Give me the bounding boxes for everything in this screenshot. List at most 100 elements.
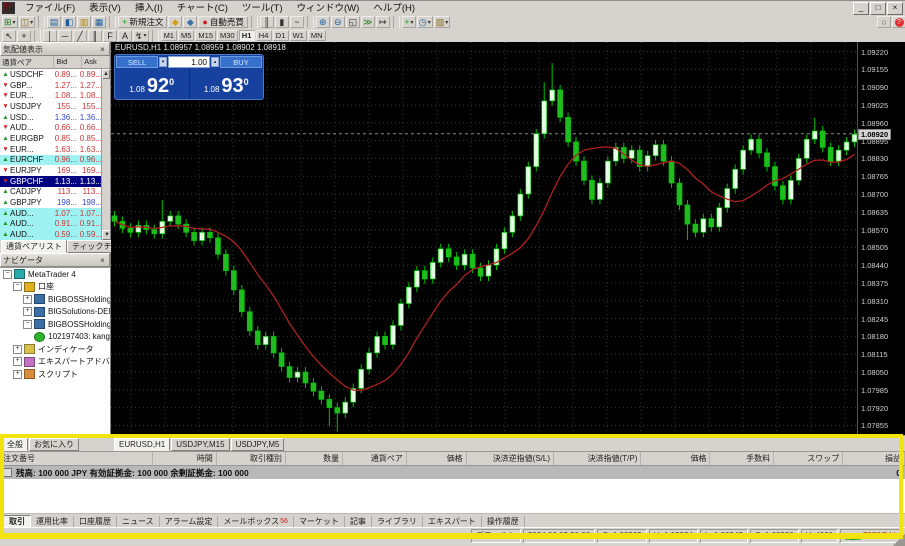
tree-item-2[interactable]: + BIGBOSSHoldings-LIVE — [0, 293, 110, 306]
buy-price[interactable]: 1.08 93 0 — [190, 69, 264, 99]
arrows-tool[interactable]: ↯ ▾ — [133, 29, 149, 42]
symbol-row-EURJPY[interactable]: ▼ EURJPY 169... 169... — [0, 165, 110, 176]
symbol-row-AUD[interactable]: ▲ AUD... 0.59... 0.59... — [0, 229, 110, 240]
terminal-col-10[interactable]: スワップ — [774, 452, 844, 465]
tree-item-7[interactable]: + エキスパートアドバイザ — [0, 356, 110, 369]
text-tool[interactable]: A — [118, 29, 132, 42]
terminal-tab-運用比率[interactable]: 運用比率 — [31, 515, 74, 527]
profiles-button[interactable]: ◫ ▾ — [18, 16, 36, 28]
trendline-tool[interactable]: ╱ — [73, 29, 87, 42]
volume-decrease-button[interactable]: ▾ — [159, 57, 167, 67]
candle-chart-button[interactable]: ▮ — [274, 16, 289, 28]
help-button[interactable]: ? — [892, 16, 905, 28]
line-chart-button[interactable]: ~ — [289, 16, 304, 28]
close-button[interactable]: × — [887, 1, 903, 15]
auto-scroll-button[interactable]: ≫ — [360, 16, 375, 28]
symbol-row-GBPCHF[interactable]: ▼ GBPCHF 1.13... 1.13... — [0, 175, 110, 187]
timeframe-d1-button[interactable]: D1 — [272, 30, 289, 41]
search-icon[interactable]: ○ — [877, 16, 891, 28]
symbol-row-USD[interactable]: ▲ USD... 1.36... 1.36... — [0, 112, 110, 123]
market-watch-close-icon[interactable]: × — [98, 45, 107, 54]
terminal-col-4[interactable]: 通貨ペア — [343, 452, 407, 465]
market-watch-col-1[interactable]: Bid — [54, 56, 83, 68]
restore-button[interactable]: □ — [870, 1, 886, 15]
menu-item-0[interactable]: ファイル(F) — [19, 2, 81, 15]
volume-input[interactable] — [168, 56, 210, 68]
terminal-toggle[interactable]: ▦ — [92, 16, 107, 28]
symbol-row-USDJPY[interactable]: ▼ USDJPY 155... 155... — [0, 101, 110, 112]
new-order-button[interactable]: + 新規注文 — [118, 16, 168, 28]
scroll-down-icon[interactable]: ▼ — [102, 230, 110, 240]
terminal-col-3[interactable]: 数量 — [286, 452, 344, 465]
symbol-row-AUD[interactable]: ▲ AUD... 1.07... 1.07... — [0, 207, 110, 219]
indicators-button[interactable]: + ▾ — [401, 16, 416, 28]
chart-tab-EURUSD-H1[interactable]: EURUSD,H1 — [114, 437, 171, 451]
symbol-row-EUR[interactable]: ▼ EUR... 1.63... 1.63... — [0, 144, 110, 155]
sell-button[interactable]: SELL — [116, 56, 158, 68]
fibonacci-tool[interactable]: F — [103, 29, 117, 42]
zoom-in-button[interactable]: ⊕ — [315, 16, 330, 28]
minimize-button[interactable]: _ — [853, 1, 869, 15]
expand-icon[interactable]: + — [13, 357, 22, 367]
expand-icon[interactable]: + — [13, 344, 22, 354]
terminal-col-6[interactable]: 決済逆指値(S/L) — [467, 452, 555, 465]
terminal-tab-ライブラリ[interactable]: ライブラリ — [372, 515, 423, 527]
bar-chart-button[interactable]: ║ — [259, 16, 274, 28]
tree-item-6[interactable]: + インディケータ — [0, 343, 110, 356]
collapse-icon[interactable]: − — [13, 282, 22, 292]
timeframe-mn-button[interactable]: MN — [307, 30, 326, 41]
symbol-row-EURGBP[interactable]: ▲ EURGBP 0.85... 0.85... — [0, 133, 110, 144]
terminal-col-1[interactable]: 時間 — [153, 452, 217, 465]
collapse-icon[interactable]: − — [3, 269, 12, 279]
balance-expander-icon[interactable] — [3, 468, 12, 477]
symbol-row-USDCHF[interactable]: ▲ USDCHF 0.89... 0.89... — [0, 69, 110, 80]
symbol-row-EURCHF[interactable]: ▲ EURCHF 0.96... 0.96... — [0, 154, 110, 166]
tree-item-4[interactable]: − BIGBOSSHoldings-DEM — [0, 318, 110, 331]
terminal-col-0[interactable]: 注文番号 — [0, 452, 154, 465]
tree-item-0[interactable]: − MetaTrader 4 — [0, 268, 110, 281]
crosshair-tool[interactable]: + — [17, 29, 31, 42]
navigator-toggle[interactable]: ▥ — [77, 16, 92, 28]
terminal-tab-エキスパート[interactable]: エキスパート — [423, 515, 482, 527]
symbol-row-GBP[interactable]: ▼ GBP... 1.27... 1.27... — [0, 80, 110, 91]
timeframe-m15-button[interactable]: M15 — [195, 30, 216, 41]
menu-item-1[interactable]: 表示(V) — [83, 2, 127, 15]
terminal-col-5[interactable]: 価格 — [407, 452, 467, 465]
new-chart-button[interactable]: ⊞ ▾ — [2, 16, 18, 28]
timeframe-w1-button[interactable]: W1 — [289, 30, 307, 41]
navigator-tab-お気に入り[interactable]: お気に入り — [29, 437, 79, 451]
candlestick-chart[interactable] — [111, 42, 859, 435]
terminal-tab-マーケット[interactable]: マーケット — [294, 515, 345, 527]
symbol-row-AUD[interactable]: ▲ AUD... 0.91... 0.91... — [0, 218, 110, 230]
market-watch-col-0[interactable]: 通貨ペア — [0, 56, 55, 68]
terminal-tab-操作履歴[interactable]: 操作履歴 — [482, 515, 525, 527]
timeframe-h4-button[interactable]: H4 — [255, 30, 272, 41]
collapse-icon[interactable]: − — [23, 319, 32, 329]
market-watch-tab-通貨ペアリスト[interactable]: 通貨ペアリスト — [1, 240, 67, 253]
expand-icon[interactable]: + — [23, 294, 32, 304]
chart-shift-button[interactable]: ↦ — [375, 16, 390, 28]
metaeditor-button[interactable]: ◆ — [168, 16, 183, 28]
terminal-col-9[interactable]: 手数料 — [710, 452, 775, 465]
expand-icon[interactable]: + — [13, 369, 22, 379]
chart-tab-USDJPY-M15[interactable]: USDJPY,M15 — [171, 437, 230, 451]
chart-tab-USDJPY-M5[interactable]: USDJPY,M5 — [230, 437, 285, 451]
menu-item-2[interactable]: 挿入(I) — [129, 2, 169, 15]
resize-grip[interactable] — [893, 534, 905, 546]
market-watch-col-2[interactable]: Ask — [82, 56, 110, 68]
navigator-close-icon[interactable]: × — [98, 256, 107, 265]
tree-item-5[interactable]: 102197403: kang — [0, 331, 110, 344]
expand-icon[interactable]: + — [23, 307, 32, 317]
templates-button[interactable]: ▨ ▾ — [433, 16, 451, 28]
terminal-col-7[interactable]: 決済指値(T/P) — [554, 452, 642, 465]
menu-item-6[interactable]: ヘルプ(H) — [367, 2, 421, 15]
market-watch-scrollbar[interactable]: ▲ ▼ — [101, 69, 110, 240]
menu-item-5[interactable]: ウィンドウ(W) — [291, 2, 366, 15]
price-axis[interactable]: 1.09220 1.09155 1.09090 1.09025 1.08960 1.088… — [857, 42, 905, 435]
terminal-col-8[interactable]: 価格 — [641, 452, 711, 465]
symbol-row-GBPJPY[interactable]: ▲ GBPJPY 198... 198... — [0, 197, 110, 208]
zoom-out-button[interactable]: ⊖ — [330, 16, 345, 28]
timeframe-m5-button[interactable]: M5 — [177, 30, 195, 41]
timeframe-h1-button[interactable]: H1 — [238, 30, 255, 41]
symbol-row-AUD[interactable]: ▼ AUD... 0.66... 0.66... — [0, 122, 110, 133]
